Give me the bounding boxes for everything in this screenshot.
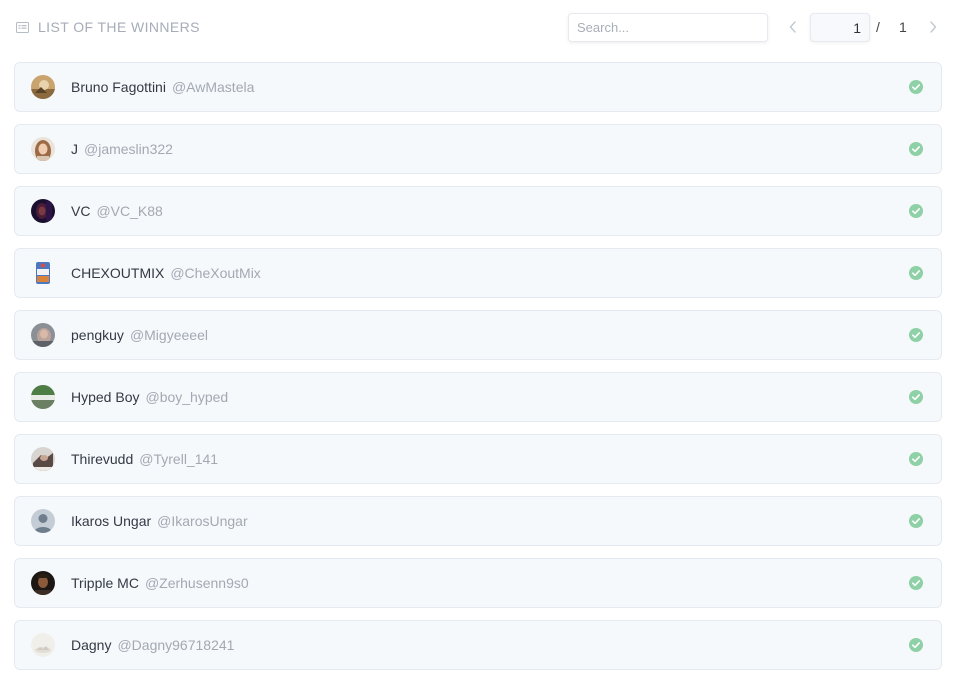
check-icon [909, 576, 923, 590]
page-separator: / [876, 19, 880, 35]
check-icon [909, 266, 923, 280]
avatar [31, 571, 55, 595]
check-icon [909, 514, 923, 528]
check-icon [909, 204, 923, 218]
winner-handle[interactable]: @AwMastela [172, 79, 254, 95]
list-item: J @jameslin322 [14, 124, 942, 174]
page-total: 1 [899, 19, 907, 35]
check-icon [909, 390, 923, 404]
check-icon [909, 452, 923, 466]
header: LIST OF THE WINNERS / 1 [0, 0, 954, 54]
winner-handle[interactable]: @Migyeeeel [130, 327, 208, 343]
avatar [31, 261, 55, 285]
avatar [31, 385, 55, 409]
list-item: Bruno Fagottini @AwMastela [14, 62, 942, 112]
avatar [31, 75, 55, 99]
winner-name: Thirevudd [71, 451, 134, 467]
winner-handle[interactable]: @CheXoutMix [170, 265, 260, 281]
winner-handle[interactable]: @jameslin322 [84, 141, 173, 157]
check-icon [909, 142, 923, 156]
check-icon [909, 328, 923, 342]
winner-handle[interactable]: @Dagny96718241 [117, 637, 234, 653]
check-icon [909, 638, 923, 652]
winner-name: Dagny [71, 637, 112, 653]
winner-handle[interactable]: @Tyrell_141 [139, 451, 218, 467]
list-item: Thirevudd @Tyrell_141 [14, 434, 942, 484]
avatar [31, 447, 55, 471]
winner-name: pengkuy [71, 327, 124, 343]
winner-name: J [71, 141, 78, 157]
list-item: pengkuy @Migyeeeel [14, 310, 942, 360]
winner-name: Bruno Fagottini [71, 79, 166, 95]
list-icon [16, 21, 29, 33]
winners-panel: LIST OF THE WINNERS / 1 [0, 0, 954, 686]
avatar [31, 137, 55, 161]
check-icon [909, 80, 923, 94]
avatar [31, 509, 55, 533]
page-number-input[interactable] [810, 13, 870, 42]
winner-handle[interactable]: @boy_hyped [145, 389, 228, 405]
list-item: Tripple MC @Zerhusenn9s0 [14, 558, 942, 608]
winner-handle[interactable]: @VC_K88 [96, 203, 162, 219]
winner-handle[interactable]: @IkarosUngar [157, 513, 247, 529]
winner-handle[interactable]: @Zerhusenn9s0 [145, 575, 249, 591]
avatar [31, 323, 55, 347]
chevron-left-icon [789, 21, 796, 33]
list-item: Ikaros Ungar @IkarosUngar [14, 496, 942, 546]
chevron-right-icon [930, 21, 937, 33]
list-item: CHEXOUTMIX @CheXoutMix [14, 248, 942, 298]
next-page-button[interactable] [926, 18, 940, 36]
winner-name: Ikaros Ungar [71, 513, 152, 529]
winner-name: CHEXOUTMIX [71, 265, 165, 281]
list-item: VC @VC_K88 [14, 186, 942, 236]
previous-page-button[interactable] [786, 18, 800, 36]
header-title: LIST OF THE WINNERS [16, 18, 200, 36]
winner-name: Hyped Boy [71, 389, 140, 405]
avatar [31, 633, 55, 657]
list-item: Hyped Boy @boy_hyped [14, 372, 942, 422]
winner-name: Tripple MC [71, 575, 139, 591]
search-input[interactable] [568, 13, 768, 42]
header-title-text: LIST OF THE WINNERS [38, 19, 200, 35]
avatar [31, 199, 55, 223]
list-item: Dagny @Dagny96718241 [14, 620, 942, 670]
winner-name: VC [71, 203, 91, 219]
winners-list: Bruno Fagottini @AwMastela J @jameslin32… [14, 62, 942, 682]
